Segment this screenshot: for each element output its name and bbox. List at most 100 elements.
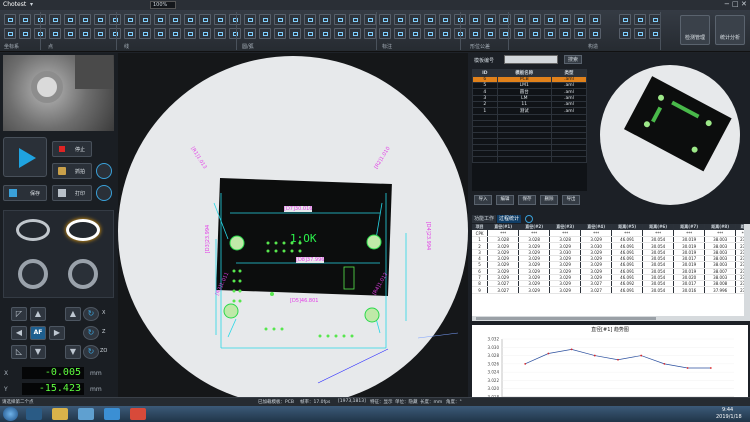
ribbon-tool-icon-76[interactable] xyxy=(574,14,586,25)
ribbon-tool-icon-73[interactable] xyxy=(544,28,556,39)
arrow-down-button[interactable]: ▼ xyxy=(30,345,46,359)
ribbon-tool-icon-83[interactable] xyxy=(634,28,646,39)
ribbon-tool-icon-68[interactable] xyxy=(514,14,526,25)
ribbon-tool-icon-0[interactable] xyxy=(4,14,16,25)
ribbon-tool-icon-63[interactable] xyxy=(469,28,481,39)
ribbon-tool-icon-2[interactable] xyxy=(19,14,31,25)
ribbon-tool-icon-8[interactable] xyxy=(64,14,76,25)
template-edit-button[interactable]: 编辑 xyxy=(496,195,514,205)
template-search-input[interactable] xyxy=(504,55,558,64)
ribbon-tool-icon-55[interactable] xyxy=(409,28,421,39)
ribbon-tool-icon-28[interactable] xyxy=(214,14,226,25)
x-axis-rotate-icon[interactable]: ↻ xyxy=(83,307,99,321)
tab-process-stats[interactable]: 过程统计 xyxy=(497,215,521,223)
ribbon-tool-icon-13[interactable] xyxy=(94,28,106,39)
ribbon-tool-icon-24[interactable] xyxy=(184,14,196,25)
taskbar-app-icon[interactable] xyxy=(78,408,94,420)
arrow-left-button[interactable]: ◀ xyxy=(11,326,27,340)
capture-button[interactable]: 抓拍 xyxy=(52,163,92,179)
measurement-data-grid[interactable]: 项目 直径(#1) 直径(#2) 直径(#3) 直径(#4) 距离(#5) 距离(#6) 距离… xyxy=(472,224,748,316)
ribbon-tool-icon-7[interactable] xyxy=(49,28,61,39)
template-save-button[interactable]: 保存 xyxy=(518,195,536,205)
print-settings-icon[interactable] xyxy=(96,185,112,201)
taskbar-folder-icon[interactable] xyxy=(52,408,68,420)
overview-camera[interactable] xyxy=(590,53,750,213)
ribbon-tool-icon-74[interactable] xyxy=(559,14,571,25)
zoom-in-icon[interactable] xyxy=(18,259,48,289)
taskbar-app2-icon[interactable] xyxy=(130,408,146,420)
template-search-button[interactable]: 搜索 xyxy=(564,55,582,64)
ribbon-tool-icon-80[interactable] xyxy=(619,14,631,25)
ribbon-tool-icon-66[interactable] xyxy=(499,14,511,25)
ribbon-tool-icon-71[interactable] xyxy=(529,28,541,39)
ribbon-tool-icon-37[interactable] xyxy=(274,28,286,39)
ribbon-tool-icon-81[interactable] xyxy=(619,28,631,39)
ribbon-tool-icon-45[interactable] xyxy=(334,28,346,39)
coaxial-light-icon[interactable] xyxy=(16,219,50,241)
ribbon-tool-icon-72[interactable] xyxy=(544,14,556,25)
ribbon-tool-icon-10[interactable] xyxy=(79,14,91,25)
ribbon-tool-icon-40[interactable] xyxy=(304,14,316,25)
ribbon-tool-icon-41[interactable] xyxy=(304,28,316,39)
vertical-scrollbar[interactable] xyxy=(744,224,750,321)
ribbon-tool-icon-34[interactable] xyxy=(259,14,271,25)
ribbon-tool-icon-78[interactable] xyxy=(589,14,601,25)
ribbon-tool-icon-43[interactable] xyxy=(319,28,331,39)
ribbon-tool-icon-65[interactable] xyxy=(484,28,496,39)
ribbon-tool-icon-59[interactable] xyxy=(439,28,451,39)
camera-viewport[interactable]: 1:OK [D7]30.016 [D8]37.996 [D5]46.801 [D… xyxy=(118,53,468,406)
zoom-out-icon[interactable] xyxy=(68,259,98,289)
arrow-up-left-button[interactable]: ◸ xyxy=(11,307,27,321)
ribbon-tool-icon-18[interactable] xyxy=(139,14,151,25)
ribbon-tool-icon-16[interactable] xyxy=(124,14,136,25)
ribbon-tool-icon-44[interactable] xyxy=(334,14,346,25)
print-button[interactable]: 打印 xyxy=(52,185,92,201)
ribbon-tool-icon-54[interactable] xyxy=(409,14,421,25)
maximize-icon[interactable]: □ xyxy=(732,0,739,8)
statistical-analysis-button[interactable]: 统计分析 xyxy=(715,15,745,45)
template-row[interactable]: 1 测试 .aml xyxy=(472,107,588,115)
ribbon-tool-icon-35[interactable] xyxy=(259,28,271,39)
ribbon-tool-icon-17[interactable] xyxy=(124,28,136,39)
capture-settings-icon[interactable] xyxy=(96,163,112,179)
ribbon-tool-icon-75[interactable] xyxy=(559,28,571,39)
ribbon-tool-icon-56[interactable] xyxy=(424,14,436,25)
z-up-button[interactable]: ▲ xyxy=(65,307,81,321)
ribbon-tool-icon-36[interactable] xyxy=(274,14,286,25)
ribbon-tool-icon-39[interactable] xyxy=(289,28,301,39)
template-export-button[interactable]: 导出 xyxy=(562,195,580,205)
ribbon-tool-icon-27[interactable] xyxy=(199,28,211,39)
inspection-management-button[interactable]: 检测管理 xyxy=(680,15,710,45)
ribbon-tool-icon-29[interactable] xyxy=(214,28,226,39)
ribbon-tool-icon-51[interactable] xyxy=(379,28,391,39)
ribbon-tool-icon-70[interactable] xyxy=(529,14,541,25)
arrow-right-button[interactable]: ▶ xyxy=(49,326,65,340)
ribbon-tool-icon-15[interactable] xyxy=(109,28,121,39)
ribbon-tool-icon-82[interactable] xyxy=(634,14,646,25)
ribbon-tool-icon-46[interactable] xyxy=(349,14,361,25)
ribbon-tool-icon-26[interactable] xyxy=(199,14,211,25)
table-row[interactable]: 9 3.027 3.029 3.029 3.027 46.091 30.054 30.016 3… xyxy=(472,286,748,294)
ribbon-tool-icon-49[interactable] xyxy=(364,28,376,39)
ribbon-tool-icon-53[interactable] xyxy=(394,28,406,39)
ribbon-tool-icon-47[interactable] xyxy=(349,28,361,39)
ribbon-tool-icon-58[interactable] xyxy=(439,14,451,25)
ribbon-tool-icon-79[interactable] xyxy=(589,28,601,39)
ribbon-tool-icon-20[interactable] xyxy=(154,14,166,25)
stop-button[interactable]: 停止 xyxy=(52,141,92,157)
start-button[interactable] xyxy=(3,407,18,421)
ribbon-tool-icon-48[interactable] xyxy=(364,14,376,25)
ribbon-tool-icon-30[interactable] xyxy=(229,14,241,25)
ribbon-tool-icon-52[interactable] xyxy=(394,14,406,25)
ribbon-tool-icon-50[interactable] xyxy=(379,14,391,25)
template-row[interactable]: 4 圆台 .aml xyxy=(472,88,588,96)
ribbon-tool-icon-38[interactable] xyxy=(289,14,301,25)
refresh-icon[interactable] xyxy=(525,215,533,223)
ribbon-tool-icon-67[interactable] xyxy=(499,28,511,39)
ribbon-tool-icon-12[interactable] xyxy=(94,14,106,25)
ribbon-tool-icon-1[interactable] xyxy=(4,28,16,39)
arrow-up-button[interactable]: ▲ xyxy=(30,307,46,321)
ribbon-tool-icon-31[interactable] xyxy=(229,28,241,39)
template-list[interactable]: ID 模板名称 类型 6 PCB .aml 5 LM1 .aml 4 圆台 .aml 3 LM .aml 2… xyxy=(472,69,588,191)
ribbon-tool-icon-33[interactable] xyxy=(244,28,256,39)
